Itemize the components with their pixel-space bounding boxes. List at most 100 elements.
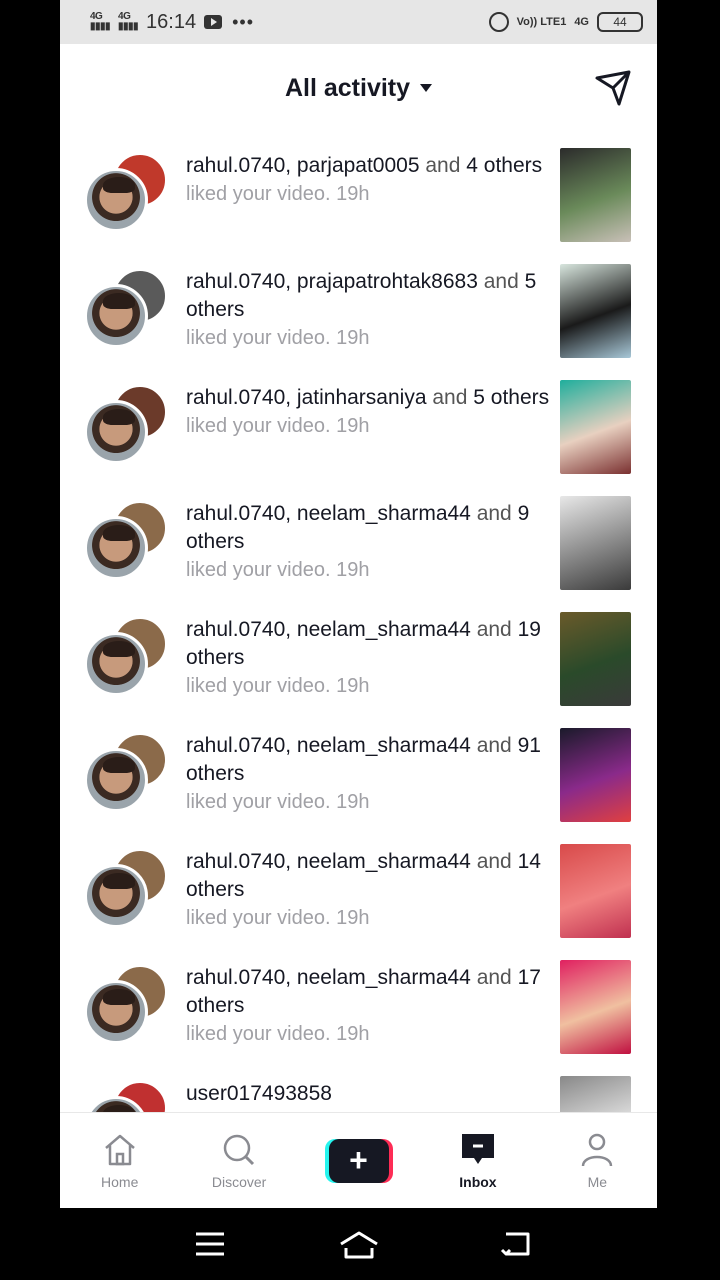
others-count: 4 others [466,154,543,177]
video-thumbnail[interactable] [560,728,631,822]
stacked-avatars[interactable] [84,500,168,580]
header: All activity [60,44,657,132]
username-link[interactable]: jatinharsaniya [297,386,427,409]
stacked-avatars[interactable] [84,152,168,232]
video-thumbnail[interactable] [560,960,631,1054]
and-text: and [476,618,512,641]
username-link[interactable]: rahul.0740 [186,850,285,873]
username-link[interactable]: parjapat0005 [297,154,420,177]
nav-inbox-label: Inbox [459,1173,497,1190]
status-bar: 4G ▮▮▮▮ 4G ▮▮▮▮ 16:14 ••• Vo)) LTE1 4G 44 [60,0,657,44]
video-thumbnail[interactable] [560,1076,631,1112]
stacked-avatars[interactable] [84,848,168,928]
bottom-nav: Home Discover + Inbox Me [60,1112,657,1208]
stacked-avatars[interactable] [84,1080,168,1112]
nav-discover[interactable]: Discover [179,1113,298,1208]
video-thumbnail[interactable] [560,264,631,358]
and-text: and [476,502,512,525]
activity-meta: liked your video. 19h [186,324,550,352]
activity-item[interactable]: rahul.0740, neelam_sharma44 and 17 other… [60,944,657,1060]
activity-action: liked your video. [186,675,331,697]
activity-action: liked your video. [186,907,331,929]
back-icon[interactable] [500,1230,532,1258]
activity-text: rahul.0740, jatinharsaniya and 5 others l… [186,384,550,440]
video-thumbnail[interactable] [560,380,631,474]
username-link[interactable]: user017493858 [186,1082,332,1105]
stacked-avatars[interactable] [84,384,168,464]
nav-create[interactable]: + [299,1113,418,1208]
and-text: and [432,386,468,409]
activity-text: rahul.0740, parjapat0005 and 4 others lik… [186,152,550,208]
home-outline-icon[interactable] [338,1230,380,1260]
activity-action: liked your video. [186,1023,331,1045]
paper-plane-icon[interactable] [593,68,633,108]
caret-down-icon [420,84,433,92]
home-icon [104,1134,135,1165]
and-text: and [425,154,461,177]
stacked-avatars[interactable] [84,616,168,696]
username-link[interactable]: rahul.0740 [186,502,285,525]
activity-filter-dropdown[interactable]: All activity [285,74,433,103]
activity-meta: liked your video. 19h [186,556,550,584]
nav-me[interactable]: Me [538,1113,657,1208]
username-link[interactable]: neelam_sharma44 [297,850,471,873]
username-link[interactable]: rahul.0740 [186,154,285,177]
activity-item[interactable]: rahul.0740, parjapat0005 and 4 others lik… [60,132,657,248]
create-button[interactable]: + [324,1138,393,1183]
activity-text: rahul.0740, neelam_sharma44 and 14 other… [186,848,550,932]
stacked-avatars[interactable] [84,268,168,348]
more-notifications-icon: ••• [232,11,254,32]
username-link[interactable]: neelam_sharma44 [297,502,471,525]
activity-action: liked your video. [186,327,331,349]
activity-time: 19h [336,791,370,813]
video-thumbnail[interactable] [560,844,631,938]
activity-item[interactable]: rahul.0740, jatinharsaniya and 5 others l… [60,364,657,480]
activity-text: rahul.0740, neelam_sharma44 and 9 others… [186,500,550,584]
volte-indicator: Vo)) LTE1 [516,16,567,28]
username-link[interactable]: prajapatrohtak8683 [297,270,478,293]
username-link[interactable]: neelam_sharma44 [297,966,471,989]
avatar [84,168,148,232]
activity-action: liked your video. [186,415,331,437]
activity-item[interactable]: rahul.0740, neelam_sharma44 and 91 other… [60,712,657,828]
username-link[interactable]: rahul.0740 [186,618,285,641]
activity-meta: liked your video. 19h [186,180,550,208]
activity-meta: liked your video. 19h [186,672,550,700]
plus-icon: + [328,1138,389,1183]
video-thumbnail[interactable] [560,496,631,590]
avatar [84,864,148,928]
activity-meta: liked your video. 19h [186,904,550,932]
nav-home[interactable]: Home [60,1113,179,1208]
menu-icon[interactable] [194,1230,226,1258]
video-thumbnail[interactable] [560,612,631,706]
activity-item[interactable]: rahul.0740, neelam_sharma44 and 9 others… [60,480,657,596]
username-link[interactable]: rahul.0740 [186,270,285,293]
stacked-avatars[interactable] [84,964,168,1044]
video-thumbnail[interactable] [560,148,631,242]
stacked-avatars[interactable] [84,732,168,812]
clock: 16:14 [146,10,197,33]
alarm-icon [488,12,509,32]
activity-time: 19h [336,1023,370,1045]
activity-item[interactable]: rahul.0740, neelam_sharma44 and 19 other… [60,596,657,712]
search-icon [223,1134,255,1165]
avatar [84,632,148,696]
signal-icon-2: 4G ▮▮▮▮ [118,11,139,32]
avatar [84,980,148,1044]
nav-inbox[interactable]: Inbox [418,1113,537,1208]
activity-meta: liked your video. 19h [186,412,550,440]
activity-time: 19h [336,559,370,581]
activity-item[interactable]: rahul.0740, prajapatrohtak8683 and 5 oth… [60,248,657,364]
network-indicator: 4G [574,16,589,28]
activity-item[interactable]: rahul.0740, neelam_sharma44 and 14 other… [60,828,657,944]
username-link[interactable]: neelam_sharma44 [297,734,471,757]
activity-item[interactable]: user017493858 [60,1060,657,1112]
username-link[interactable]: rahul.0740 [186,966,285,989]
username-link[interactable]: rahul.0740 [186,734,285,757]
username-link[interactable]: neelam_sharma44 [297,618,471,641]
avatar [84,748,148,812]
activity-time: 19h [336,675,370,697]
username-link[interactable]: rahul.0740 [186,386,285,409]
inbox-icon [461,1133,494,1164]
activity-text: rahul.0740, prajapatrohtak8683 and 5 oth… [186,268,550,352]
